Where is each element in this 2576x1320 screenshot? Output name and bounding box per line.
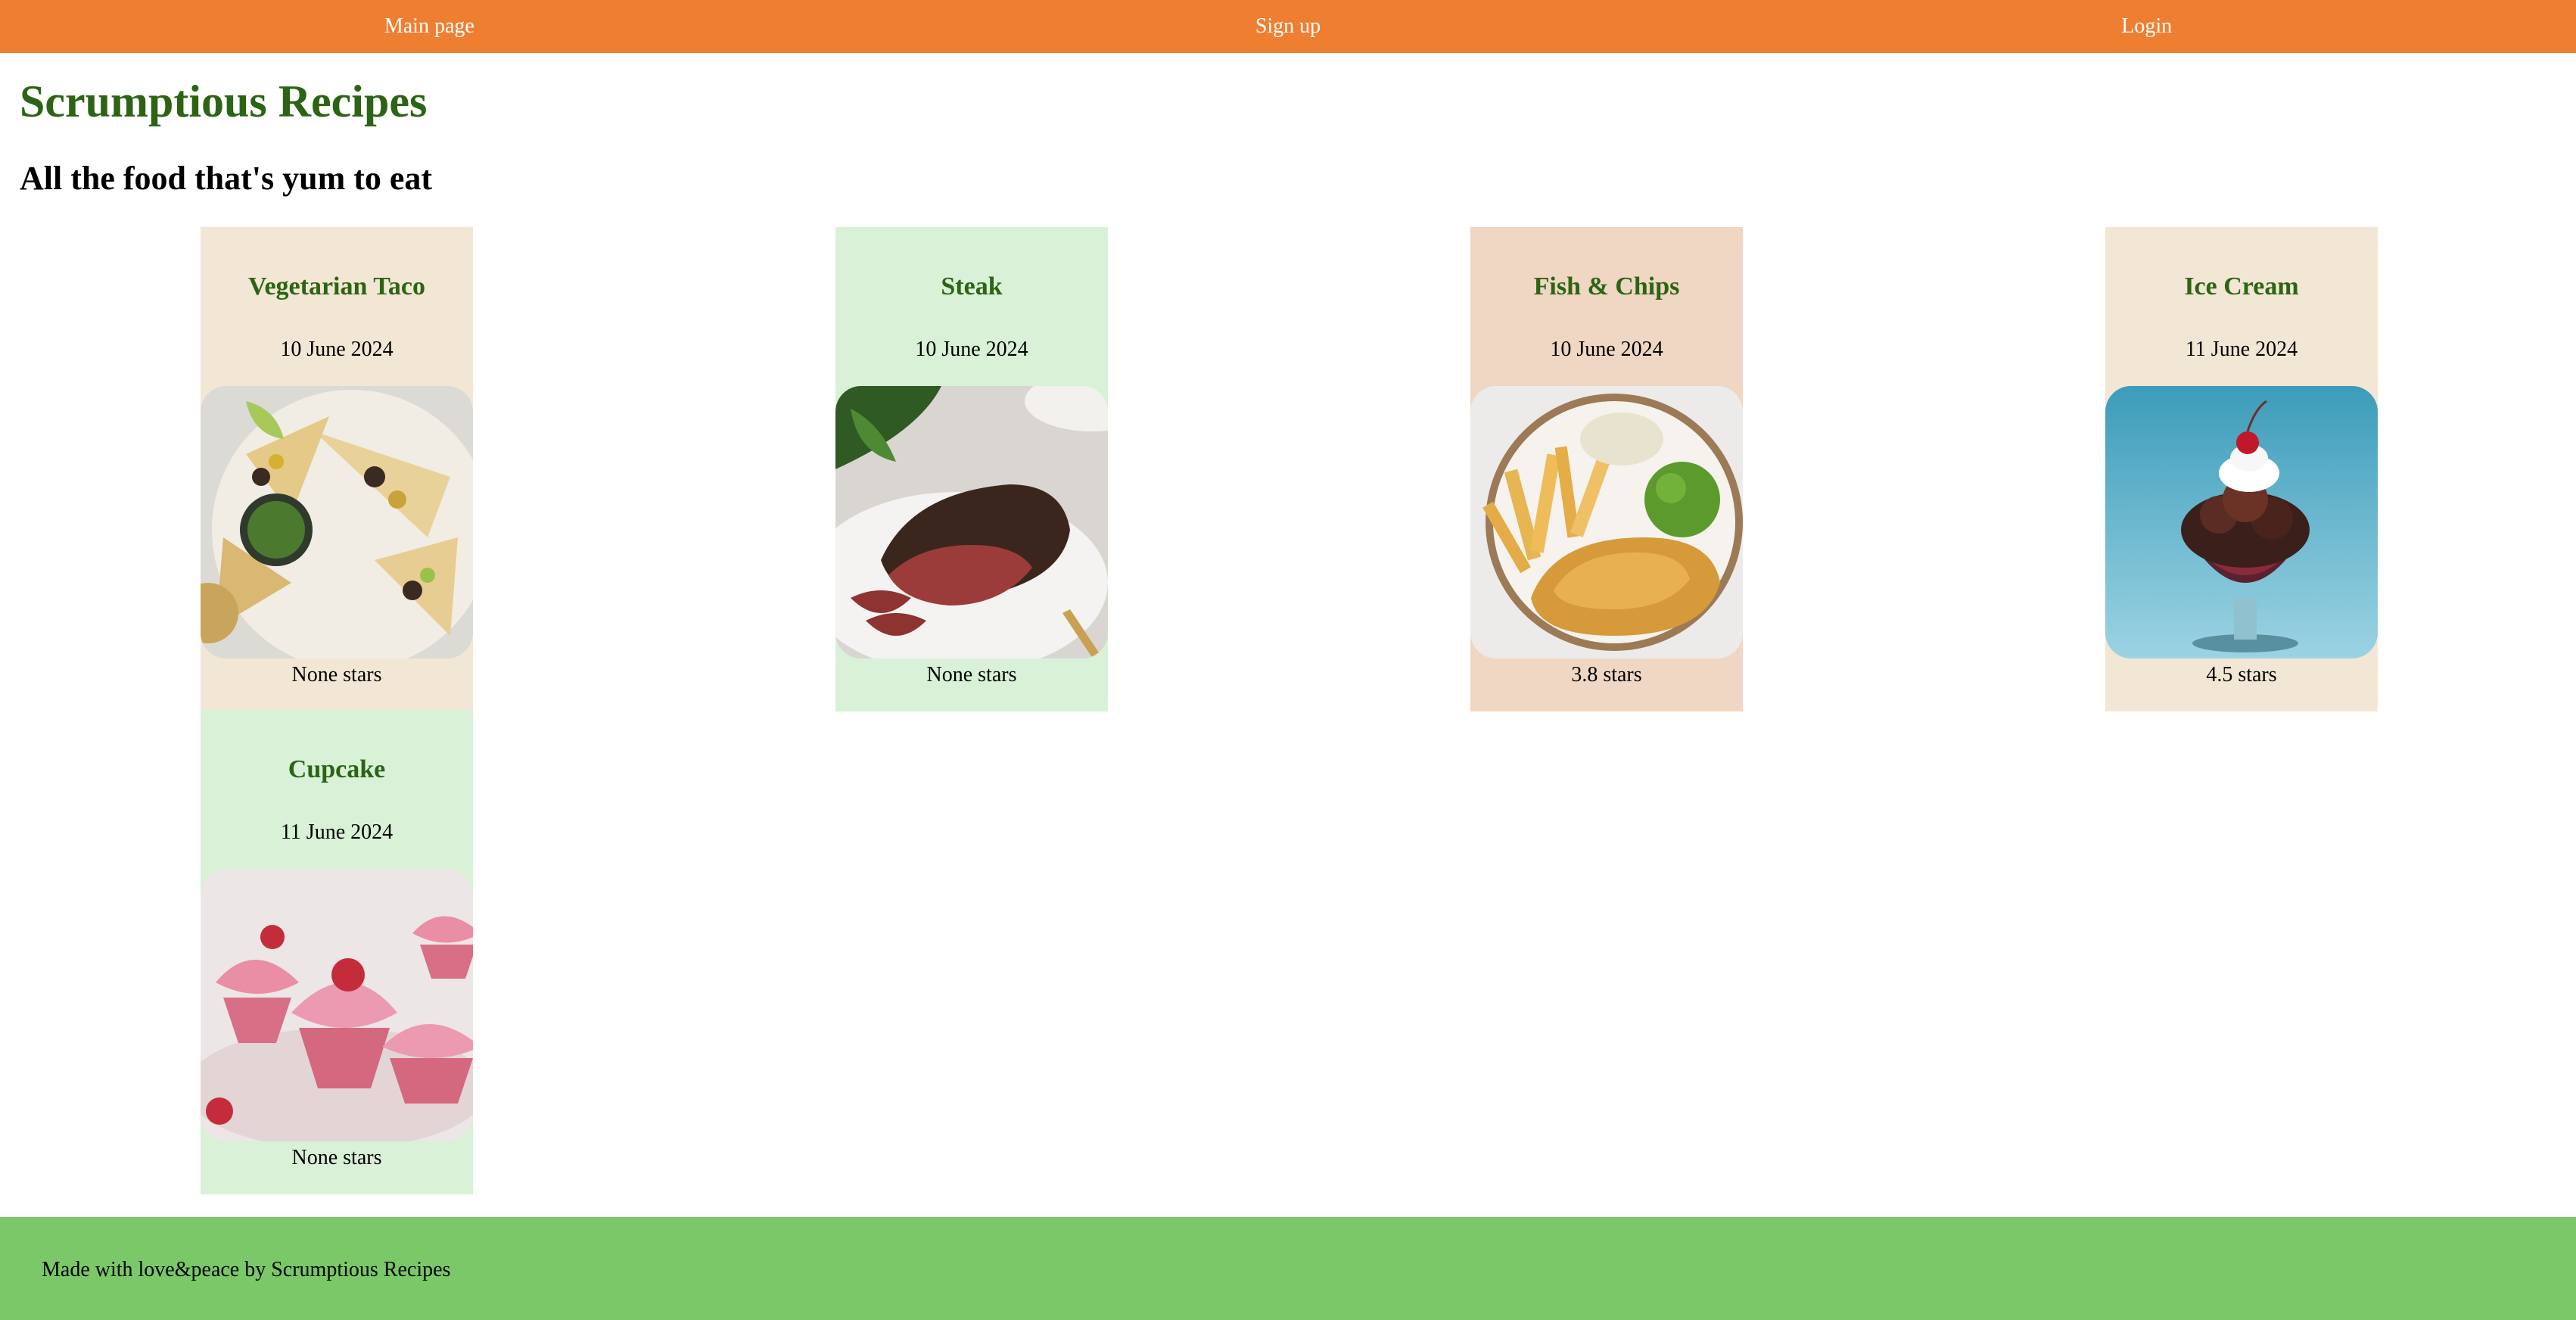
footer: Made with love&peace by Scrumptious Reci…	[0, 1217, 2576, 1320]
recipe-card-ice-cream[interactable]: Ice Cream 11 June 2024 4.5 stars	[2105, 227, 2378, 711]
steak-photo[interactable]	[835, 386, 1108, 658]
recipe-rating: None stars	[291, 663, 382, 686]
recipe-date: 10 June 2024	[1550, 338, 1663, 361]
top-nav: Main page Sign up Login	[0, 0, 2576, 53]
recipe-date: 11 June 2024	[280, 820, 394, 844]
recipe-name: Vegetarian Taco	[248, 272, 425, 300]
recipe-rating: 4.5 stars	[2206, 663, 2277, 686]
recipe-card-steak[interactable]: Steak 10 June 2024 None stars	[835, 227, 1108, 711]
cupcake-photo[interactable]	[201, 869, 473, 1141]
recipe-date: 10 June 2024	[915, 338, 1028, 361]
recipe-name: Steak	[941, 272, 1003, 300]
recipe-card-vegetarian-taco[interactable]: Vegetarian Taco 10 June 2024 None stars	[201, 227, 473, 711]
nav-login[interactable]: Login	[1717, 14, 2576, 39]
recipe-name: Cupcake	[288, 755, 386, 783]
recipe-rating: None stars	[291, 1146, 382, 1169]
page-subtitle: All the food that's yum to eat	[20, 160, 433, 197]
recipe-date: 11 June 2024	[2185, 338, 2298, 361]
recipe-date: 10 June 2024	[280, 338, 394, 361]
footer-text: Made with love&peace by Scrumptious Reci…	[42, 1258, 451, 1281]
recipe-name: Fish & Chips	[1533, 272, 1680, 300]
taco-photo[interactable]	[201, 386, 473, 658]
page-title: Scrumptious Recipes	[20, 76, 428, 126]
fish-and-chips-photo[interactable]	[1470, 386, 1743, 658]
ice-cream-photo[interactable]	[2105, 386, 2378, 658]
recipe-name: Ice Cream	[2184, 272, 2299, 300]
nav-sign-up[interactable]: Sign up	[859, 14, 1718, 39]
recipe-card-fish-and-chips[interactable]: Fish & Chips 10 June 2024 3.8 stars	[1470, 227, 1743, 711]
recipe-card-cupcake[interactable]: Cupcake 11 June 2024 None stars	[201, 710, 473, 1194]
nav-main-page[interactable]: Main page	[0, 14, 859, 39]
recipe-rating: 3.8 stars	[1571, 663, 1642, 686]
recipe-rating: None stars	[926, 663, 1017, 686]
